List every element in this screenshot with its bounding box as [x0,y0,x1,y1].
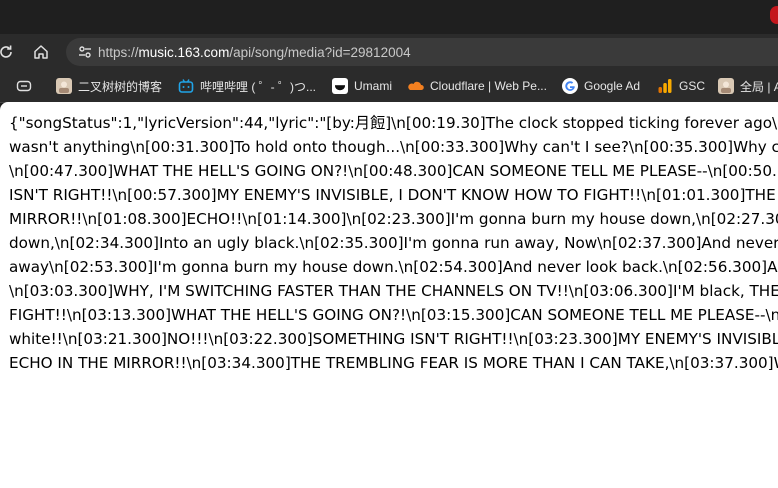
bookmark-label: Google Ad [584,79,641,93]
bookmark-label: GSC [679,79,706,93]
text-line: wasn't anything\n[00:31.300]To hold onto… [9,138,778,156]
bookmark-label: 二叉树树的博客 [78,79,163,94]
url-text[interactable]: https://music.163.com/api/song/media?id=… [98,45,411,60]
bookmark-list-icon [16,78,32,94]
profile-badge[interactable] [770,6,778,24]
reload-button[interactable] [0,38,20,66]
browser-toolbar: https://music.163.com/api/song/media?id=… [0,34,778,70]
bilibili-icon [178,78,194,94]
umami-icon [332,78,348,94]
text-line: down,\n[02:34.300]Into an ugly black.\n[… [9,234,778,252]
url-scheme: https:// [98,44,139,60]
home-button[interactable] [27,38,55,66]
site-info-icon[interactable] [72,38,98,66]
bookmark-item-gsc[interactable]: GSC [657,76,705,96]
home-icon [34,45,48,59]
text-line: {"songStatus":1,"lyricVersion":44,"lyric… [9,114,778,132]
google-icon [562,78,578,94]
bookmark-label: Umami [354,79,392,93]
bookmark-item-umami[interactable]: Umami [332,76,392,96]
text-line: FIGHT!!\n[03:13.300]WHAT THE HELL'S GOIN… [9,306,778,324]
bookmark-label: 哔哩哔哩 ( ゜- ゜)つ... [200,79,316,94]
address-bar[interactable]: https://music.163.com/api/song/media?id=… [66,38,778,66]
text-line: ECHO IN THE MIRROR!!\n[03:34.300]THE TRE… [9,354,778,372]
bookmark-label: 全局 | A [740,79,778,94]
text-line: white!!\n[03:21.300]NO!!!\n[03:22.300]SO… [9,330,778,348]
text-line: ISN'T RIGHT!!\n[00:57.300]MY ENEMY'S INV… [9,186,778,204]
url-path: /api/song/media?id=29812004 [229,44,411,60]
bookmark-item-blog[interactable]: 二叉树树的博客 [56,76,162,96]
page-content: {"songStatus":1,"lyricVersion":44,"lyric… [0,102,778,488]
bookmark-item-bilibili[interactable]: 哔哩哔哩 ( ゜- ゜)つ... [178,76,316,96]
avatar-icon [56,78,72,94]
bookmark-label: Cloudflare | Web Pe... [430,79,547,93]
bookmarks-bar: 二叉树树的博客 哔哩哔哩 ( ゜- ゜)つ... Umami Cloudflar… [0,70,778,103]
analytics-icon [657,78,673,94]
tab-strip [0,0,778,34]
cloudflare-icon [408,78,424,94]
text-line: \n[03:03.300]WHY, I'M SWITCHING FASTER T… [9,282,778,300]
text-line: away\n[02:53.300]I'm gonna burn my house… [9,258,778,276]
avatar-icon [718,78,734,94]
bookmark-item-google-ad[interactable]: Google Ad [562,76,640,96]
bookmark-item-cloudflare[interactable]: Cloudflare | Web Pe... [408,76,547,96]
json-response-text: {"songStatus":1,"lyricVersion":44,"lyric… [9,111,778,375]
url-host: music.163.com [138,44,230,60]
reload-icon [0,45,12,58]
bookmark-item-global[interactable]: 全局 | A [718,76,778,96]
text-line: MIRROR!!\n[01:08.300]ECHO!!\n[01:14.300]… [9,210,778,228]
bookmarks-menu-button[interactable] [16,76,32,96]
text-line: \n[00:47.300]WHAT THE HELL'S GOING ON?!\… [9,162,778,180]
